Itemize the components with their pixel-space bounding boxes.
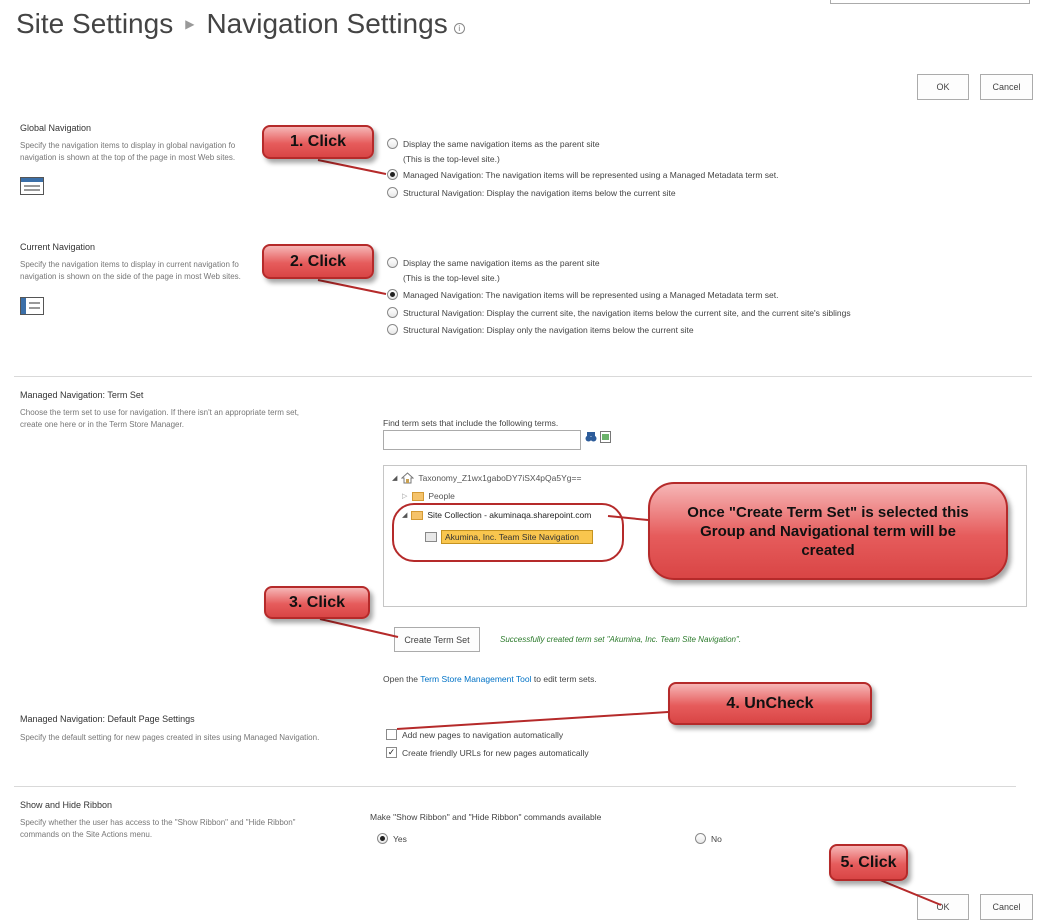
current-nav-option-structural-siblings[interactable]: Structural Navigation: Display the curre… <box>387 307 851 318</box>
radio-icon[interactable] <box>695 833 706 844</box>
global-nav-top-level-note: (This is the top-level site.) <box>403 154 500 164</box>
global-nav-option-structural[interactable]: Structural Navigation: Display the navig… <box>387 187 676 198</box>
success-message: Successfully created term set "Akumina, … <box>500 635 742 644</box>
checkbox-unchecked-icon[interactable] <box>386 729 397 740</box>
global-nav-option-parent[interactable]: Display the same navigation items as the… <box>387 138 600 149</box>
ribbon-question: Make "Show Ribbon" and "Hide Ribbon" com… <box>370 812 602 822</box>
callout-step-2: 2. Click <box>262 244 374 279</box>
radio-icon[interactable] <box>387 169 398 180</box>
radio-icon[interactable] <box>387 324 398 335</box>
default-page-desc: Specify the default setting for new page… <box>20 733 320 742</box>
add-new-pages-option[interactable]: Add new pages to navigation automaticall… <box>386 729 563 740</box>
default-page-title: Managed Navigation: Default Page Setting… <box>20 714 195 724</box>
binoculars-icon[interactable] <box>585 431 597 443</box>
info-icon[interactable]: i <box>453 23 465 34</box>
term-store-line: Open the Term Store Management Tool to e… <box>383 674 597 684</box>
ribbon-desc: Specify whether the user has access to t… <box>20 818 296 839</box>
callout-create-term-set-note: Once "Create Term Set" is selected this … <box>648 482 1008 580</box>
page-title: Site Settings ▶ Navigation Settings i <box>16 8 465 40</box>
ribbon-title: Show and Hide Ribbon <box>20 800 113 810</box>
collapse-arrow-icon[interactable]: ▷ <box>402 492 407 500</box>
radio-icon[interactable] <box>387 307 398 318</box>
current-nav-title: Current Navigation <box>20 242 96 252</box>
selection-outline <box>392 503 624 562</box>
breadcrumb-arrow-icon: ▶ <box>185 17 195 31</box>
folder-icon <box>412 491 425 501</box>
friendly-urls-option[interactable]: ✓ Create friendly URLs for new pages auto… <box>386 747 589 758</box>
ribbon-yes-option[interactable]: Yes <box>377 833 407 844</box>
find-term-sets-label: Find term sets that include the followin… <box>383 418 559 428</box>
page-title-text: Navigation Settings <box>206 8 448 39</box>
breadcrumb-site-settings[interactable]: Site Settings <box>16 8 173 39</box>
global-nav-title: Global Navigation <box>20 123 92 133</box>
radio-icon[interactable] <box>387 257 398 268</box>
current-nav-option-parent[interactable]: Display the same navigation items as the… <box>387 257 600 268</box>
radio-icon[interactable] <box>377 833 388 844</box>
house-icon <box>401 472 415 484</box>
current-nav-option-managed[interactable]: Managed Navigation: The navigation items… <box>387 289 778 300</box>
create-term-set-button[interactable]: Create Term Set <box>394 627 480 652</box>
term-set-title: Managed Navigation: Term Set <box>20 390 144 400</box>
search-input[interactable] <box>830 0 1030 4</box>
tree-node-taxonomy[interactable]: ◢ Taxonomy_Z1wx1gaboDY7iSX4pQa5Yg== <box>392 472 581 484</box>
section-divider <box>14 786 1016 787</box>
callout-step-1: 1. Click <box>262 125 374 159</box>
global-nav-icon <box>20 177 44 195</box>
ok-button-top[interactable]: OK <box>917 74 969 100</box>
current-nav-icon <box>20 297 44 315</box>
current-nav-option-structural-below[interactable]: Structural Navigation: Display only the … <box>387 324 694 335</box>
radio-icon[interactable] <box>387 138 398 149</box>
cancel-button-top[interactable]: Cancel <box>980 74 1033 100</box>
cancel-button-bottom[interactable]: Cancel <box>980 894 1033 920</box>
browse-icon[interactable] <box>600 431 611 443</box>
ribbon-no-option[interactable]: No <box>695 833 722 844</box>
radio-icon[interactable] <box>387 187 398 198</box>
term-store-link[interactable]: Term Store Management Tool <box>420 674 531 684</box>
tree-node-people[interactable]: ▷ People <box>402 491 455 501</box>
callout-step-4: 4. UnCheck <box>668 682 872 725</box>
current-nav-top-level-note: (This is the top-level site.) <box>403 273 500 283</box>
radio-icon[interactable] <box>387 289 398 300</box>
find-term-sets-input[interactable] <box>383 430 581 450</box>
callout-step-5: 5. Click <box>829 844 908 881</box>
callout-step-3: 3. Click <box>264 586 370 619</box>
checkbox-checked-icon[interactable]: ✓ <box>386 747 397 758</box>
global-nav-option-managed[interactable]: Managed Navigation: The navigation items… <box>387 169 778 180</box>
section-divider <box>14 376 1032 377</box>
ok-button-bottom[interactable]: OK <box>917 894 969 920</box>
expand-arrow-icon[interactable]: ◢ <box>392 474 397 482</box>
term-set-desc: Choose the term set to use for navigatio… <box>20 408 300 429</box>
